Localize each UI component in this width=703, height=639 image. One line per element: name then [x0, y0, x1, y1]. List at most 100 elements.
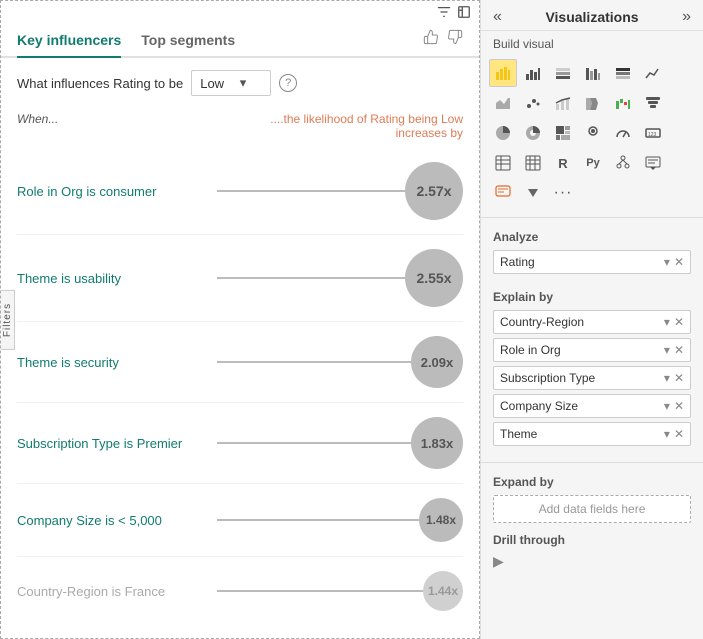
thumbdown-icon[interactable] — [447, 29, 463, 50]
close-field-icon[interactable]: ✕ — [674, 343, 684, 357]
funnel-icon[interactable] — [639, 89, 667, 117]
r-script-icon[interactable]: R — [549, 149, 577, 177]
matrix-icon[interactable] — [519, 149, 547, 177]
rating-dropdown[interactable]: Low — [191, 70, 271, 96]
influencer-label: Company Size is < 5,000 — [17, 513, 217, 528]
explain-field-company-size[interactable]: Company Size ▾ ✕ — [493, 394, 691, 418]
bar-container: 2.55x — [217, 249, 463, 307]
influencer-label: Theme is usability — [17, 271, 217, 286]
bar-container: 2.57x — [217, 162, 463, 220]
bar-line — [217, 190, 405, 192]
clustered-bar-icon[interactable] — [579, 59, 607, 87]
dropdown-chevron-icon[interactable]: ▾ — [664, 427, 670, 441]
bubble: 2.09x — [411, 336, 463, 388]
viz-header: « Visualizations » — [481, 0, 703, 31]
field-label: Country-Region — [500, 315, 584, 329]
dropdown-chevron-icon[interactable]: ▾ — [664, 343, 670, 357]
close-field-icon[interactable]: ✕ — [674, 399, 684, 413]
dropdown-chevron-icon[interactable]: ▾ — [664, 315, 670, 329]
viz-icon-row-3: 123 — [489, 119, 695, 147]
influencer-item[interactable]: Country-Region is France 1.44x — [17, 557, 463, 625]
influencer-item[interactable]: Theme is usability 2.55x — [17, 235, 463, 322]
field-dropdown-icons: ▾ ✕ — [664, 343, 684, 357]
dropdown-value: Low — [200, 76, 224, 91]
influencer-item[interactable]: Company Size is < 5,000 1.48x — [17, 484, 463, 557]
key-influencers-viz-icon[interactable] — [489, 59, 517, 87]
donut-icon[interactable] — [519, 119, 547, 147]
influencer-item[interactable]: Subscription Type is Premier 1.83x — [17, 403, 463, 484]
influencer-item[interactable]: Theme is security 2.09x — [17, 322, 463, 403]
bar-chart-icon[interactable] — [519, 59, 547, 87]
expand-icon[interactable] — [457, 5, 471, 22]
field-label: Theme — [500, 427, 537, 441]
tab-key-influencers[interactable]: Key influencers — [17, 26, 121, 56]
right-panel: « Visualizations » Build visual — [480, 0, 703, 639]
close-field-icon[interactable]: ✕ — [674, 255, 684, 269]
viz-icon-row-2 — [489, 89, 695, 117]
analyze-section: Analyze Rating ▾ ✕ — [481, 224, 703, 284]
field-label: Company Size — [500, 399, 578, 413]
expand-by-section: Expand by Add data fields here — [481, 469, 703, 529]
close-field-icon[interactable]: ✕ — [674, 315, 684, 329]
100-stacked-icon[interactable] — [609, 59, 637, 87]
line-chart-icon[interactable] — [639, 59, 667, 87]
bubble: 1.44x — [423, 571, 463, 611]
close-field-icon[interactable]: ✕ — [674, 371, 684, 385]
dropdown-chevron-icon[interactable]: ▾ — [664, 371, 670, 385]
influencer-label: Subscription Type is Premier — [17, 436, 217, 451]
area-chart-icon[interactable] — [489, 89, 517, 117]
explain-field-subscription-type[interactable]: Subscription Type ▾ ✕ — [493, 366, 691, 390]
when-header: When... — [17, 112, 247, 140]
combo-chart-icon[interactable] — [549, 89, 577, 117]
bar-container: 1.48x — [217, 498, 463, 542]
thumbup-icon[interactable] — [423, 29, 439, 50]
decomp-tree-icon[interactable] — [609, 149, 637, 177]
field-dropdown-icons: ▾ ✕ — [664, 427, 684, 441]
tab-top-segments[interactable]: Top segments — [141, 26, 235, 56]
ribbon-chart-icon[interactable] — [579, 89, 607, 117]
gauge-icon[interactable] — [609, 119, 637, 147]
dropdown-chevron-icon[interactable]: ▾ — [664, 399, 670, 413]
explain-field-role-in-org[interactable]: Role in Org ▾ ✕ — [493, 338, 691, 362]
help-icon[interactable]: ? — [279, 74, 297, 92]
bar-line — [217, 361, 411, 363]
drill-through-expand-icon[interactable]: ▶ — [481, 551, 703, 572]
explain-field-theme[interactable]: Theme ▾ ✕ — [493, 422, 691, 446]
bar-container: 1.44x — [217, 571, 463, 611]
influencer-item[interactable]: Role in Org is consumer 2.57x — [17, 148, 463, 235]
analyze-field-dropdown[interactable]: Rating ▾ ✕ — [493, 250, 691, 274]
bar-line — [217, 442, 411, 444]
scatter-chart-icon[interactable] — [519, 89, 547, 117]
filter-section: What influences Rating to be Low ? — [1, 58, 479, 108]
expand-right-icon[interactable]: » — [682, 8, 691, 26]
close-field-icon[interactable]: ✕ — [674, 427, 684, 441]
divider — [481, 217, 703, 218]
filters-side-tab[interactable]: Filters — [1, 289, 15, 349]
treemap-icon[interactable] — [549, 119, 577, 147]
qna-icon[interactable] — [489, 179, 517, 207]
dropdown-chevron-icon[interactable]: ▾ — [664, 255, 670, 269]
influencer-label: Role in Org is consumer — [17, 184, 217, 199]
table-icon[interactable] — [489, 149, 517, 177]
analyze-title: Analyze — [493, 230, 691, 244]
filters-side-label: Filters — [2, 302, 13, 336]
python-icon[interactable]: Py — [579, 149, 607, 177]
influencer-label: Theme is security — [17, 355, 217, 370]
collapse-left-icon[interactable]: « — [493, 8, 502, 26]
pie-chart-icon[interactable] — [489, 119, 517, 147]
card-icon[interactable]: 123 — [639, 119, 667, 147]
bubble: 1.48x — [419, 498, 463, 542]
filter-icon[interactable] — [437, 5, 451, 22]
smart-narrative-icon[interactable] — [639, 149, 667, 177]
viz-icon-row — [489, 59, 695, 87]
left-panel: Key influencers Top segments What influe… — [0, 0, 480, 639]
map-icon[interactable] — [579, 119, 607, 147]
more-visuals-icon[interactable]: ··· — [549, 179, 577, 207]
waterfall-icon[interactable] — [609, 89, 637, 117]
bar-container: 2.09x — [217, 336, 463, 388]
explain-field-country-region[interactable]: Country-Region ▾ ✕ — [493, 310, 691, 334]
py-label: Py — [586, 157, 599, 169]
arrow-icon[interactable] — [519, 179, 547, 207]
expand-by-dropzone[interactable]: Add data fields here — [493, 495, 691, 523]
stacked-bar-icon[interactable] — [549, 59, 577, 87]
